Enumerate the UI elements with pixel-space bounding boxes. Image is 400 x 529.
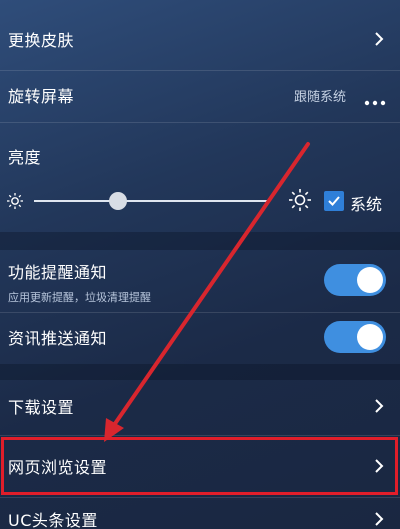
divider (0, 122, 400, 123)
web-browse-label: 网页浏览设置 (8, 458, 108, 477)
web-browse-row[interactable]: 网页浏览设置 (0, 440, 400, 492)
brightness-slider-handle[interactable] (109, 192, 127, 210)
check-icon (328, 196, 340, 206)
rotate-label: 旋转屏幕 (8, 87, 75, 106)
chevron-right-icon (372, 459, 386, 473)
download-row[interactable]: 下载设置 (0, 382, 400, 430)
rotate-value: 跟随系统 (293, 89, 346, 105)
news-push-label: 资讯推送通知 (8, 329, 108, 348)
section-gap (0, 364, 400, 380)
sun-bright-icon (288, 188, 312, 212)
brightness-header: 亮度 (0, 142, 400, 170)
brightness-label: 亮度 (8, 148, 42, 167)
section-gap (0, 232, 400, 250)
divider (0, 497, 400, 498)
feature-notify-label: 功能提醒通知 (8, 263, 108, 282)
system-label: 系统 (350, 195, 383, 214)
uc-headline-label: UC头条设置 (8, 511, 98, 529)
divider (0, 70, 400, 71)
feature-notify-row: 功能提醒通知 应用更新提醒，垃圾清理提醒 (0, 252, 400, 312)
brightness-slider-track[interactable] (34, 200, 270, 202)
divider (0, 312, 400, 313)
settings-screen: 更换皮肤 旋转屏幕 跟随系统 亮度 系统 功能提醒通知 应用更新提醒，垃圾清理提… (0, 0, 400, 529)
sun-dim-icon (6, 192, 24, 210)
toggle-knob (357, 324, 383, 350)
uc-headline-row[interactable]: UC头条设置 (0, 500, 400, 529)
divider (0, 435, 400, 436)
toggle-knob (357, 267, 383, 293)
news-push-toggle[interactable] (324, 321, 386, 353)
system-brightness-checkbox[interactable] (324, 191, 344, 211)
chevron-right-icon (372, 399, 386, 413)
chevron-right-icon (372, 32, 386, 46)
feature-notify-toggle[interactable] (324, 264, 386, 296)
skin-row[interactable]: 更换皮肤 (0, 14, 400, 64)
rotate-row[interactable]: 旋转屏幕 跟随系统 (0, 72, 400, 118)
feature-notify-sub: 应用更新提醒，垃圾清理提醒 (8, 291, 151, 304)
feature-notify-text: 功能提醒通知 应用更新提醒，垃圾清理提醒 (8, 259, 151, 305)
skin-label: 更换皮肤 (8, 31, 75, 50)
chevron-right-icon (372, 512, 386, 526)
download-label: 下载设置 (8, 398, 75, 417)
news-push-row: 资讯推送通知 (0, 314, 400, 360)
more-dots-icon[interactable] (364, 91, 386, 106)
